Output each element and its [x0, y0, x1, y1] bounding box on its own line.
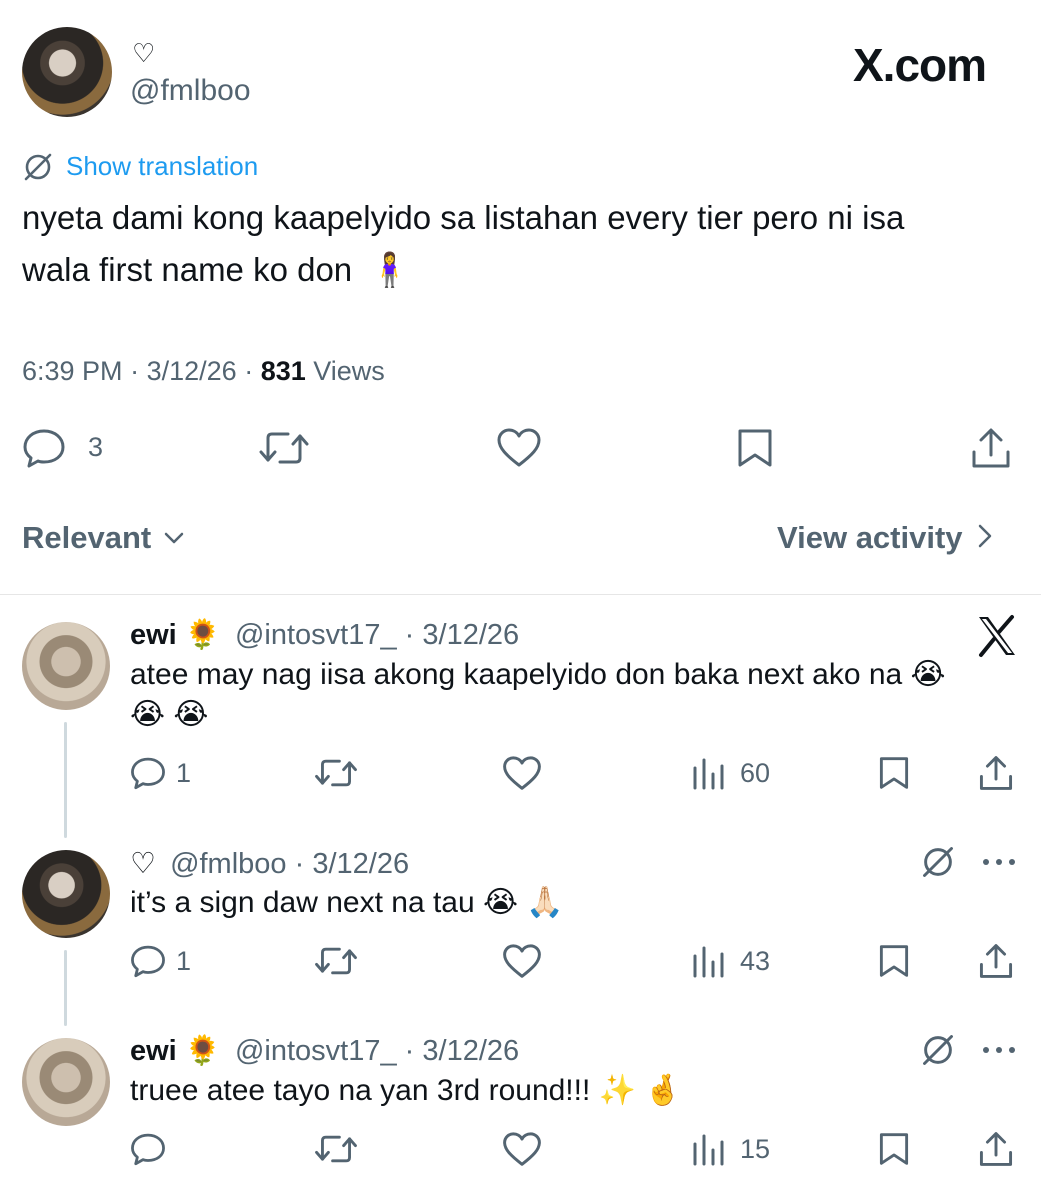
- section-divider: [0, 594, 1041, 595]
- x-logo-icon: [976, 614, 1018, 663]
- reply-handle-date[interactable]: @intosvt17_ · 3/12/26: [235, 619, 519, 651]
- retweet-icon[interactable]: [314, 756, 358, 790]
- views-count: 43: [740, 946, 771, 976]
- views-label[interactable]: Views: [313, 356, 385, 386]
- share-icon[interactable]: [978, 942, 1014, 980]
- reply-icon[interactable]: [130, 944, 166, 978]
- reply-header: ewi 🌻 @intosvt17_ · 3/12/26: [130, 618, 519, 652]
- reply-handle-date[interactable]: @fmlboo · 3/12/26: [170, 848, 409, 880]
- views-icon[interactable]: [692, 1134, 726, 1166]
- sunflower-emoji: 🌻: [184, 1035, 221, 1067]
- thread-line: [64, 722, 67, 838]
- retweet-icon[interactable]: [314, 1132, 358, 1166]
- sunflower-emoji: 🌻: [184, 619, 221, 651]
- like-icon[interactable]: [502, 1132, 542, 1167]
- view-activity-link[interactable]: View activity: [777, 520, 995, 558]
- translate-icon[interactable]: [920, 1032, 956, 1068]
- retweet-icon[interactable]: [258, 428, 310, 468]
- thread-line: [64, 950, 67, 1026]
- tweet-meta: 6:39 PM · 3/12/26 · 831 Views: [22, 356, 385, 387]
- views-icon[interactable]: [692, 946, 726, 978]
- tweet-text-line-2-text: wala first name ko don: [22, 251, 353, 288]
- bookmark-icon[interactable]: [878, 756, 910, 790]
- reply-text-line-1: truee atee tayo na yan 3rd round!!! ✨ 🤞: [130, 1074, 682, 1107]
- reply-avatar[interactable]: [22, 622, 110, 710]
- bookmark-icon[interactable]: [878, 1132, 910, 1166]
- views-count: 15: [740, 1134, 771, 1164]
- reply-count: 1: [176, 758, 192, 788]
- reply-avatar[interactable]: [22, 1038, 110, 1126]
- view-activity-label: View activity: [777, 520, 963, 555]
- reply-icon[interactable]: [22, 428, 66, 468]
- like-icon[interactable]: [502, 944, 542, 979]
- tweet-time: 6:39 PM: [22, 356, 123, 386]
- meta-separator: ·: [244, 356, 261, 386]
- views-icon[interactable]: [692, 758, 726, 790]
- more-options-icon[interactable]: [982, 1046, 1016, 1054]
- views-count: 831: [260, 356, 306, 386]
- share-icon[interactable]: [970, 426, 1012, 470]
- tweet-text-line-2: wala first name ko don 🧍‍♀️: [22, 251, 410, 290]
- share-icon[interactable]: [978, 754, 1014, 792]
- display-name-heart: ♡: [132, 38, 156, 68]
- like-icon[interactable]: [502, 756, 542, 791]
- relevant-label: Relevant: [22, 520, 152, 555]
- display-name-heart[interactable]: ♡: [130, 848, 156, 880]
- tweet-text-line-1: nyeta dami kong kaapelyido sa listahan e…: [22, 199, 905, 236]
- reply-icon[interactable]: [130, 1132, 166, 1166]
- retweet-icon[interactable]: [314, 944, 358, 978]
- reply-count: 3: [88, 432, 104, 462]
- author-avatar[interactable]: [22, 27, 112, 117]
- reply-display-name[interactable]: ewi: [130, 1035, 177, 1067]
- views-count: 60: [740, 758, 771, 788]
- chevron-right-icon: [975, 522, 995, 558]
- translate-icon[interactable]: [920, 844, 956, 880]
- xcom-logo: X.com: [853, 39, 987, 91]
- reply-avatar[interactable]: [22, 850, 110, 938]
- reply-text-line-1: it’s a sign daw next na tau 😭 🙏🏻: [130, 886, 564, 919]
- reply-text-line-2: 😭 😭: [130, 698, 209, 731]
- share-icon[interactable]: [978, 1130, 1014, 1168]
- reply-header: ewi 🌻 @intosvt17_ · 3/12/26: [130, 1034, 519, 1068]
- reply-count: 1: [176, 946, 192, 976]
- reply-handle-date[interactable]: @intosvt17_ · 3/12/26: [235, 1035, 519, 1067]
- reply-text-line-1: atee may nag iisa akong kaapelyido don b…: [130, 658, 946, 691]
- translate-icon[interactable]: [22, 151, 54, 183]
- like-icon[interactable]: [496, 428, 542, 468]
- tweet-date: 3/12/26: [146, 356, 237, 386]
- more-options-icon[interactable]: [982, 858, 1016, 866]
- relevant-sort-button[interactable]: Relevant: [22, 520, 186, 558]
- show-translation-link[interactable]: Show translation: [66, 151, 258, 182]
- bookmark-icon[interactable]: [878, 944, 910, 978]
- reply-display-name[interactable]: ewi: [130, 619, 177, 651]
- reply-header: ♡ @fmlboo · 3/12/26: [130, 846, 409, 881]
- author-handle[interactable]: @fmlboo: [130, 74, 251, 108]
- chevron-down-icon: [162, 522, 186, 558]
- meta-separator: ·: [130, 356, 147, 386]
- standing-person-emoji: 🧍‍♀️: [369, 251, 411, 288]
- reply-icon[interactable]: [130, 756, 166, 790]
- bookmark-icon[interactable]: [736, 428, 774, 468]
